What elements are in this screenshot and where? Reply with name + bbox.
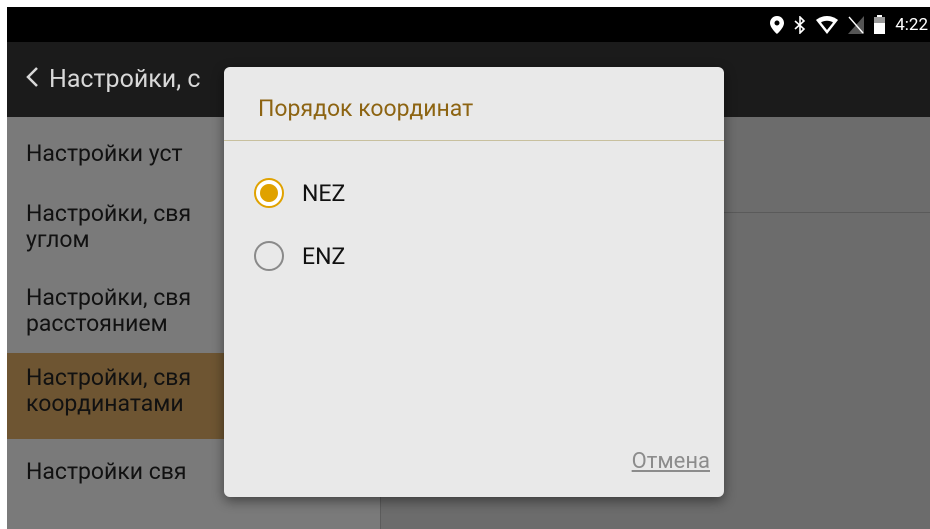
dialog-title: Порядок координат	[258, 95, 474, 122]
bluetooth-icon	[794, 15, 806, 34]
no-sim-icon	[848, 15, 865, 34]
dialog-divider	[224, 140, 724, 141]
option-enz[interactable]: ENZ	[254, 238, 345, 274]
wifi-icon	[816, 15, 839, 34]
radio-unchecked-icon[interactable]	[254, 241, 284, 271]
back-button[interactable]: Настройки, с	[25, 62, 200, 96]
option-label: NEZ	[302, 179, 346, 207]
clock: 4:22	[895, 14, 928, 35]
action-bar-title: Настройки, с	[49, 64, 201, 94]
status-bar: 4:22	[7, 7, 930, 42]
chevron-left-icon	[25, 66, 39, 92]
option-nez[interactable]: NEZ	[254, 175, 345, 211]
location-icon	[770, 15, 785, 34]
cancel-button[interactable]: Отмена	[632, 449, 710, 474]
battery-icon	[874, 15, 886, 34]
coordinate-order-dialog: Порядок координат NEZ ENZ Отмена	[224, 67, 724, 497]
radio-checked-icon[interactable]	[254, 178, 284, 208]
device-screen: 4:22 Настройки, с Настройки уст Настройк…	[7, 7, 930, 529]
option-label: ENZ	[302, 242, 346, 270]
